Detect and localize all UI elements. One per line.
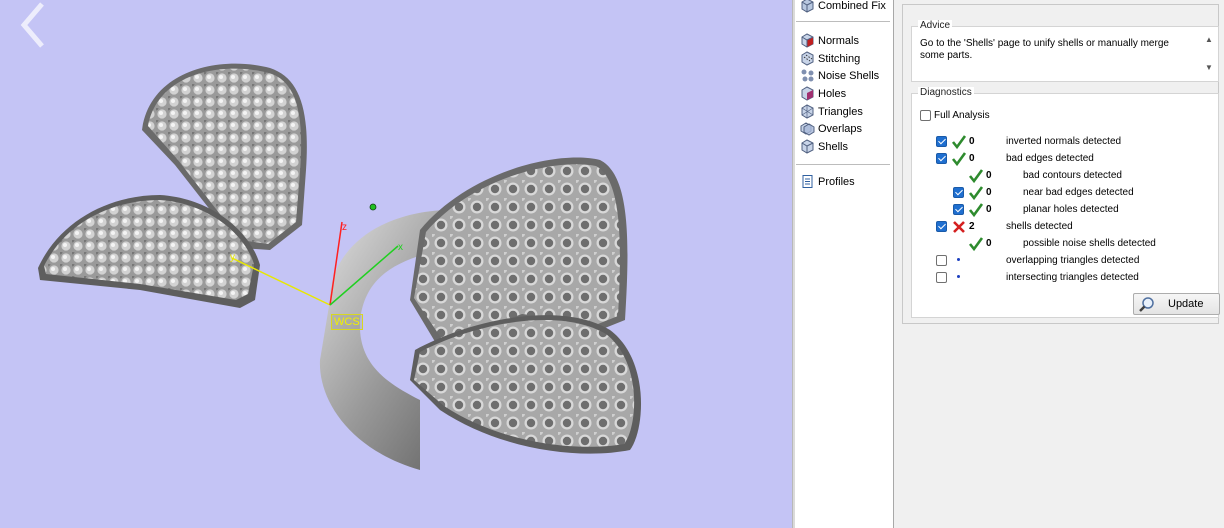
ring-model: z x y xyxy=(38,63,642,470)
diag-checkbox[interactable] xyxy=(936,153,947,164)
check-icon xyxy=(968,237,984,252)
check-icon xyxy=(951,152,967,167)
nav-divider xyxy=(796,164,890,165)
overlaps-icon xyxy=(800,122,815,136)
nav-item-label: Triangles xyxy=(818,105,863,118)
nav-item-stitching[interactable]: Stitching xyxy=(800,50,860,67)
diag-checkbox[interactable] xyxy=(936,272,947,283)
nav-item-holes[interactable]: Holes xyxy=(800,85,846,102)
check-icon xyxy=(968,203,984,218)
diag-count: 0 xyxy=(986,170,992,181)
nav-item-triangles[interactable]: Triangles xyxy=(800,103,863,120)
diag-label: intersecting triangles detected xyxy=(1006,272,1139,283)
nav-item-label: Overlaps xyxy=(818,122,863,135)
nav-item-normals[interactable]: Normals xyxy=(800,32,859,49)
nav-item-noise-shells[interactable]: Noise Shells xyxy=(800,67,879,84)
diag-row-bad-contours: 0 bad contours detected xyxy=(912,168,1212,184)
nav-item-shells[interactable]: Shells xyxy=(800,138,848,155)
diag-label: inverted normals detected xyxy=(1006,136,1122,147)
nav-item-label: Stitching xyxy=(818,52,861,65)
full-analysis-checkbox[interactable] xyxy=(920,110,931,121)
shells-icon xyxy=(801,139,814,154)
diag-count: 0 xyxy=(969,136,975,147)
full-analysis-option[interactable]: Full Analysis xyxy=(920,110,990,121)
next-arrow-icon[interactable] xyxy=(1171,240,1201,290)
diag-row-shells: 2 shells detected xyxy=(912,219,1212,235)
repair-nav-panel: Combined Fix Normals Stitching Noise She… xyxy=(796,0,894,528)
diag-label: bad contours detected xyxy=(1023,170,1122,181)
diag-checkbox[interactable] xyxy=(936,136,947,147)
advice-scrollbar[interactable]: ▲ ▼ xyxy=(1203,35,1215,75)
nav-item-label: Holes xyxy=(818,87,847,100)
diag-label: shells detected xyxy=(1006,221,1073,232)
combined-fix-icon xyxy=(801,0,814,13)
wcs-label: WCS xyxy=(331,314,363,330)
check-icon xyxy=(968,169,984,184)
profiles-icon xyxy=(802,175,813,188)
not-run-indicator xyxy=(957,275,960,278)
advice-text: Go to the 'Shells' page to unify shells … xyxy=(920,38,1169,61)
diag-count: 2 xyxy=(969,221,975,232)
nav-item-label: Normals xyxy=(818,34,859,47)
previous-arrow-icon[interactable] xyxy=(18,0,48,50)
nav-item-label: Noise Shells xyxy=(818,69,880,82)
stitching-icon xyxy=(801,51,814,66)
normals-icon xyxy=(801,33,814,48)
diag-label: planar holes detected xyxy=(1023,204,1119,215)
diagnostics-title: Diagnostics xyxy=(918,87,974,98)
noise-shells-icon xyxy=(801,69,814,82)
holes-icon xyxy=(801,86,814,101)
magnifier-icon xyxy=(1139,297,1154,312)
diag-row-intersecting-triangles: intersecting triangles detected xyxy=(912,270,1212,286)
diag-row-near-bad-edges: 0 near bad edges detected xyxy=(912,185,1212,201)
scroll-down-icon[interactable]: ▼ xyxy=(1205,63,1213,72)
update-button-label: Update xyxy=(1168,298,1204,310)
y-axis-label: y xyxy=(230,252,235,263)
diag-count: 0 xyxy=(986,187,992,198)
repair-details-panel: Advice Go to the 'Shells' page to unify … xyxy=(895,0,1224,528)
diag-checkbox[interactable] xyxy=(936,255,947,266)
full-analysis-label: Full Analysis xyxy=(934,110,990,121)
update-button[interactable]: Update xyxy=(1133,293,1220,315)
diag-row-noise-shells: 0 possible noise shells detected xyxy=(912,236,1212,252)
diag-count: 0 xyxy=(986,204,992,215)
nav-item-label: Profiles xyxy=(818,175,855,188)
diag-row-inverted-normals: 0 inverted normals detected xyxy=(912,134,1212,150)
not-run-indicator xyxy=(957,258,960,261)
triangles-icon xyxy=(801,104,814,119)
diag-row-bad-edges: 0 bad edges detected xyxy=(912,151,1212,167)
diag-label: bad edges detected xyxy=(1006,153,1094,164)
diag-row-planar-holes: 0 planar holes detected xyxy=(912,202,1212,218)
z-axis-label: z xyxy=(342,222,347,233)
3d-viewport[interactable]: z x y WCS xyxy=(0,0,792,528)
diag-count: 0 xyxy=(986,238,992,249)
diag-label: near bad edges detected xyxy=(1023,187,1134,198)
diag-label: possible noise shells detected xyxy=(1023,238,1156,249)
combined-fix-label: Combined Fix xyxy=(818,0,886,12)
nav-item-combined-fix[interactable]: Combined Fix xyxy=(800,0,886,14)
diag-count: 0 xyxy=(969,153,975,164)
scroll-up-icon[interactable]: ▲ xyxy=(1205,35,1213,44)
advice-group: Advice Go to the 'Shells' page to unify … xyxy=(911,20,1219,82)
x-axis-label: x xyxy=(398,242,403,253)
diag-label: overlapping triangles detected xyxy=(1006,255,1140,266)
diag-checkbox[interactable] xyxy=(953,204,964,215)
nav-divider xyxy=(796,21,890,22)
advice-title: Advice xyxy=(918,20,953,31)
diag-checkbox[interactable] xyxy=(936,221,947,232)
diag-row-overlapping-triangles: overlapping triangles detected xyxy=(912,253,1212,269)
check-icon xyxy=(968,186,984,201)
nav-item-profiles[interactable]: Profiles xyxy=(800,173,855,190)
nav-item-label: Shells xyxy=(818,140,848,153)
check-icon xyxy=(951,135,967,150)
nav-item-overlaps[interactable]: Overlaps xyxy=(800,120,862,137)
error-x-icon xyxy=(953,221,965,233)
diag-checkbox[interactable] xyxy=(953,187,964,198)
